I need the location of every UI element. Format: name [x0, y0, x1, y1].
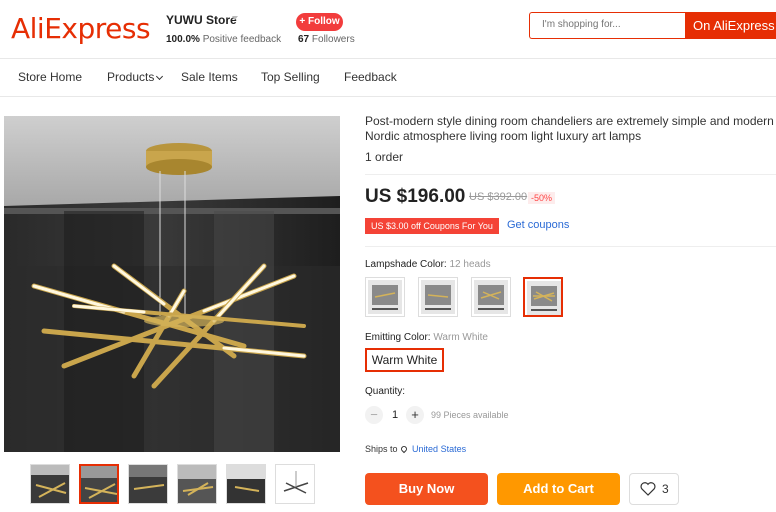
store-nav: Store Home Products Sale Items Top Selli…	[0, 58, 776, 97]
follow-button[interactable]: + Follow	[296, 13, 343, 31]
heart-icon	[640, 482, 656, 496]
emitting-color-option[interactable]: Warm White	[365, 348, 444, 372]
ships-to-location[interactable]: United States	[412, 444, 466, 454]
followers-count: 67 Followers	[298, 34, 355, 45]
emitting-color-label: Emitting Color: Warm White	[365, 332, 488, 343]
original-price: US $392.00	[469, 191, 528, 203]
location-pin-icon	[399, 444, 408, 454]
thumbnail[interactable]	[30, 464, 70, 504]
wishlist-button[interactable]: 3	[629, 473, 679, 505]
get-coupons-link[interactable]: Get coupons	[507, 219, 569, 231]
product-title: Post-modern style dining room chandelier…	[365, 114, 774, 143]
aliexpress-logo[interactable]: AliExpress	[11, 12, 151, 45]
emitting-label-text: Emitting Color:	[365, 332, 431, 343]
thumbnail[interactable]	[275, 464, 315, 504]
add-to-cart-button[interactable]: Add to Cart	[497, 473, 620, 505]
lampshade-option[interactable]	[471, 277, 511, 317]
wishlist-count: 3	[662, 482, 669, 496]
caret-down-icon[interactable]	[232, 16, 238, 20]
lampshade-color-label: Lampshade Color: 12 heads	[365, 259, 491, 270]
store-name[interactable]: YUWU Store	[166, 13, 237, 27]
quantity-plus-button[interactable]: +	[406, 406, 424, 424]
nav-store-home[interactable]: Store Home	[18, 70, 82, 84]
lampshade-option[interactable]	[418, 277, 458, 317]
quantity-value[interactable]: 1	[392, 409, 398, 421]
thumbnail[interactable]	[79, 464, 119, 504]
emitting-value-text: Warm White	[433, 332, 488, 343]
order-count: 1 order	[365, 150, 404, 164]
ships-to: Ships to United States	[365, 444, 466, 454]
lampshade-value-text: 12 heads	[449, 259, 491, 270]
nav-products[interactable]: Products	[107, 70, 164, 84]
thumbnail[interactable]	[128, 464, 168, 504]
quantity-minus-button[interactable]: −	[365, 406, 383, 424]
search-input[interactable]	[542, 19, 682, 30]
lampshade-option-selected[interactable]	[523, 277, 563, 317]
nav-sale-items[interactable]: Sale Items	[181, 70, 238, 84]
search-bar: On AliExpress	[529, 12, 776, 39]
store-feedback: 100.0% Positive feedback	[166, 34, 282, 45]
search-button[interactable]: On AliExpress	[685, 12, 776, 39]
nav-top-selling[interactable]: Top Selling	[261, 70, 320, 84]
thumbnail[interactable]	[177, 464, 217, 504]
lampshade-option[interactable]	[365, 277, 405, 317]
site-header: AliExpress YUWU Store 100.0% Positive fe…	[0, 0, 776, 58]
current-price: US $196.00	[365, 186, 466, 207]
quantity-label: Quantity:	[365, 386, 406, 397]
lampshade-label-text: Lampshade Color:	[365, 259, 447, 270]
nav-products-label: Products	[107, 70, 155, 84]
chevron-down-icon	[156, 72, 164, 81]
available-stock: 99 Pieces available	[431, 410, 509, 420]
discount-badge: -50%	[528, 192, 556, 204]
product-main-image[interactable]	[4, 116, 340, 452]
nav-feedback[interactable]: Feedback	[344, 70, 397, 84]
divider	[365, 174, 776, 175]
ships-to-label: Ships to	[365, 444, 398, 454]
thumbnail[interactable]	[226, 464, 266, 504]
coupon-badge[interactable]: US $3.00 off Coupons For You	[365, 218, 499, 234]
divider	[365, 246, 776, 247]
buy-now-button[interactable]: Buy Now	[365, 473, 488, 505]
